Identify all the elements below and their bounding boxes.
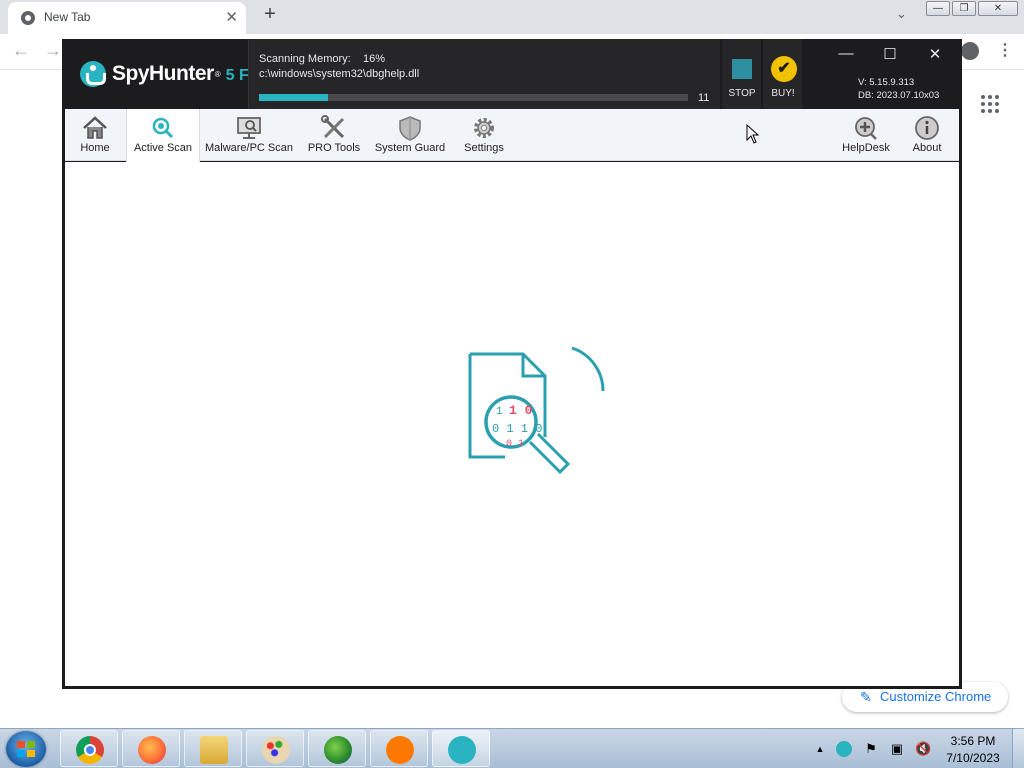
active-scan-content: 1 1 0 0 1 1 0 0 1	[65, 124, 959, 686]
shield-icon	[399, 116, 421, 141]
tab-helpdesk-label: HelpDesk	[842, 142, 890, 154]
tab-about[interactable]: About	[903, 109, 951, 161]
mouse-cursor-icon	[746, 124, 760, 144]
browser-restore-button[interactable]: ❐	[952, 1, 976, 16]
tab-system-guard-label: System Guard	[374, 142, 446, 154]
browser-close-button[interactable]: ✕	[978, 1, 1018, 16]
tab-malware-pc-scan[interactable]: Malware/PC Scan	[203, 109, 295, 161]
scan-file-path: c:\windows\system32\dbghelp.dll	[259, 68, 420, 80]
scan-percent: 16%	[363, 53, 386, 65]
show-desktop-button[interactable]	[1012, 729, 1024, 768]
checkmark-icon: ✔	[771, 56, 797, 82]
home-icon	[83, 116, 107, 139]
tab-home-label: Home	[80, 142, 110, 154]
tab-pro-tools-label: PRO Tools	[307, 142, 361, 154]
buy-button[interactable]: ✔ BUY!	[762, 39, 802, 109]
spyhunter-close-button[interactable]: ✕	[924, 45, 946, 63]
loading-spinner-arc	[571, 346, 605, 392]
database-version: DB: 2023.07.10x03	[858, 90, 940, 101]
version-info: V: 5.15.9.313 DB: 2023.07.10x03	[858, 76, 939, 102]
spyhunter-logo: SpyHunter ® 5 Free	[80, 59, 273, 89]
chrome-tabstrip: New Tab ✕ + ⌄ — ❐ ✕	[0, 0, 1024, 34]
tab-settings[interactable]: Settings	[454, 109, 514, 161]
wrench-screwdriver-icon	[321, 115, 345, 139]
avast-icon	[386, 736, 414, 764]
spyhunter-minimize-button[interactable]: —	[835, 45, 857, 62]
spyhunter-window: SpyHunter ® 5 Free Scanning Memory: 16% …	[62, 39, 962, 689]
gear-icon	[474, 118, 494, 138]
stop-scan-button[interactable]: STOP	[721, 39, 761, 109]
start-button[interactable]	[6, 731, 46, 767]
paint-palette-icon	[262, 736, 290, 764]
version-number: V: 5.15.9.313	[858, 77, 915, 88]
folder-icon	[200, 736, 228, 764]
action-center-flag-icon[interactable]: ⚑	[863, 741, 879, 757]
tab-search-chevron-icon[interactable]: ⌄	[896, 6, 907, 22]
tab-home[interactable]: Home	[65, 109, 125, 161]
buy-label: BUY!	[771, 88, 795, 99]
clock-date[interactable]: 7/10/2023	[941, 751, 1005, 765]
logo-text: SpyHunter	[112, 62, 214, 85]
logo-registered: ®	[214, 69, 221, 79]
tab-helpdesk[interactable]: HelpDesk	[838, 109, 894, 161]
helpdesk-plus-icon	[855, 117, 877, 140]
scan-status-panel: Scanning Memory: 16% c:\windows\system32…	[248, 39, 720, 109]
spyhunter-taskbar-icon	[448, 736, 476, 764]
clock-time[interactable]: 3:56 PM	[941, 734, 1005, 748]
scan-progress-fill	[259, 94, 328, 101]
taskbar-firefox[interactable]	[122, 730, 180, 767]
tab-pro-tools[interactable]: PRO Tools	[303, 109, 365, 161]
tab-new-tab[interactable]: New Tab ✕	[8, 2, 246, 34]
new-tab-button[interactable]: +	[259, 3, 281, 26]
chrome-menu-icon[interactable]: ⋮	[997, 40, 1013, 60]
scan-status-label: Scanning Memory:	[259, 53, 351, 65]
tab-close-icon[interactable]: ✕	[225, 8, 238, 26]
profile-avatar-icon[interactable]	[961, 42, 979, 60]
spyhunter-toolbar: Home Active Scan Malware/PC Scan PRO Too…	[65, 109, 959, 162]
taskbar-file-explorer[interactable]	[184, 730, 242, 767]
spyhunter-logo-icon	[80, 61, 106, 87]
windows-logo-icon	[17, 741, 35, 757]
forward-arrow-icon[interactable]: →	[44, 40, 62, 61]
taskbar-chrome[interactable]	[60, 730, 118, 767]
browser-minimize-button[interactable]: —	[926, 1, 950, 16]
info-icon	[915, 116, 939, 140]
show-hidden-icons-icon[interactable]: ▲	[812, 741, 828, 757]
tab-active-scan-label: Active Scan	[133, 142, 193, 154]
taskbar-download-manager[interactable]	[308, 730, 366, 767]
stop-label: STOP	[728, 88, 756, 99]
windows-taskbar: ▲ ⚑ ▣ 🔇 3:56 PM 7/10/2023	[0, 728, 1024, 768]
binary-row-3: 0 1	[506, 439, 524, 450]
monitor-scan-icon	[237, 117, 261, 139]
taskbar-paint[interactable]	[246, 730, 304, 767]
spyhunter-maximize-button[interactable]: ☐	[879, 45, 901, 63]
tab-system-guard[interactable]: System Guard	[370, 109, 450, 161]
tab-malware-scan-label: Malware/PC Scan	[204, 142, 294, 154]
spyhunter-header: SpyHunter ® 5 Free Scanning Memory: 16% …	[62, 39, 962, 109]
firefox-icon	[138, 736, 166, 764]
tab-about-label: About	[912, 142, 942, 154]
tab-title: New Tab	[44, 10, 91, 24]
active-scan-icon	[152, 117, 174, 139]
taskbar-spyhunter[interactable]	[432, 730, 490, 767]
scan-detection-count: 11	[698, 92, 710, 104]
google-apps-icon[interactable]	[981, 95, 999, 113]
tab-settings-label: Settings	[464, 142, 504, 154]
binary-row-2: 0 1 1 0	[492, 422, 542, 436]
volume-muted-icon[interactable]: 🔇	[915, 741, 931, 757]
binary-row-1: 1	[496, 406, 503, 418]
chrome-favicon-icon	[21, 11, 35, 25]
binary-row-1-highlight: 1 0	[509, 403, 533, 418]
customize-chrome-label: Customize Chrome	[880, 689, 992, 704]
taskbar-avast[interactable]	[370, 730, 428, 767]
network-icon[interactable]: ▣	[889, 741, 905, 757]
tab-active-scan[interactable]: Active Scan	[126, 109, 200, 162]
back-arrow-icon[interactable]: ←	[12, 40, 30, 61]
globe-download-icon	[324, 736, 352, 764]
scan-progress-bar	[259, 94, 688, 101]
spyhunter-tray-icon[interactable]	[836, 741, 852, 757]
stop-icon	[732, 59, 752, 79]
